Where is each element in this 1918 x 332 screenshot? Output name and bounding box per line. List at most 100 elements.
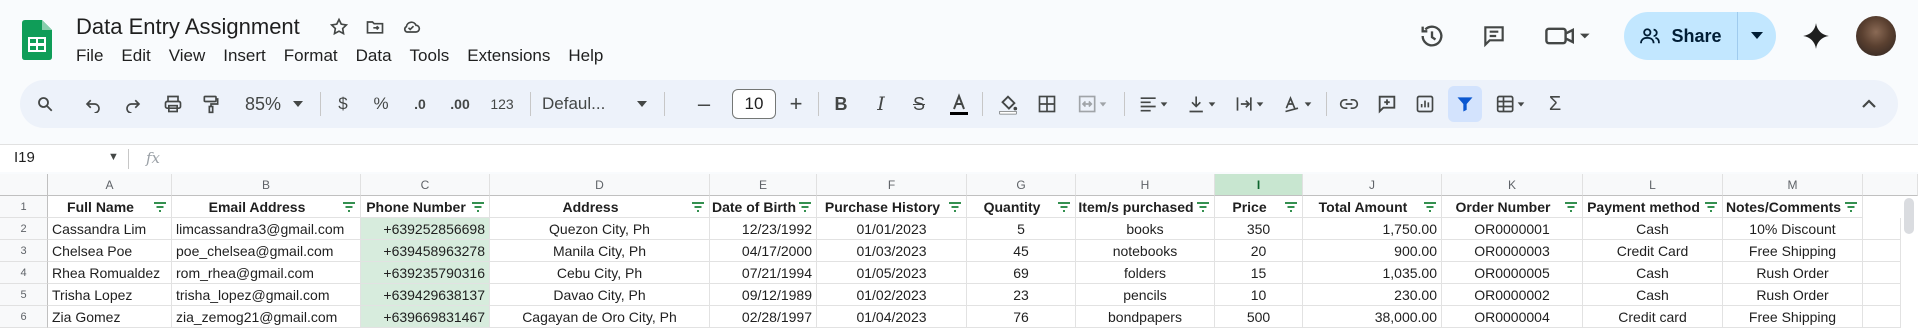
header-cell[interactable]: Price xyxy=(1215,196,1303,218)
data-cell[interactable]: 230.00 xyxy=(1303,284,1442,306)
menu-extensions[interactable]: Extensions xyxy=(467,46,560,66)
data-cell[interactable]: 38,000.00 xyxy=(1303,306,1442,328)
column-filter-icon[interactable] xyxy=(798,201,812,213)
data-cell[interactable]: 02/28/1997 xyxy=(710,306,817,328)
column-header-h[interactable]: H xyxy=(1076,174,1215,196)
row-header[interactable]: 1 xyxy=(0,196,48,218)
star-icon[interactable] xyxy=(328,16,350,38)
data-cell[interactable]: Trisha Lopez xyxy=(48,284,172,306)
data-cell[interactable]: Rhea Romualdez xyxy=(48,262,172,284)
name-box[interactable]: I19 xyxy=(14,149,35,166)
data-cell[interactable]: trisha_lopez@gmail.com xyxy=(172,284,361,306)
data-cell[interactable]: OR0000002 xyxy=(1442,284,1583,306)
comments-icon[interactable] xyxy=(1476,14,1512,58)
data-cell[interactable]: Chelsea Poe xyxy=(48,240,172,262)
currency-format-button[interactable]: $ xyxy=(328,80,358,128)
data-cell[interactable]: 07/21/1994 xyxy=(710,262,817,284)
header-cell[interactable]: Purchase History xyxy=(817,196,967,218)
row-header[interactable]: 4 xyxy=(0,262,48,284)
sheets-logo-icon[interactable] xyxy=(22,20,52,60)
gemini-sparkle-icon[interactable] xyxy=(1798,14,1834,58)
header-cell[interactable]: Payment method xyxy=(1583,196,1723,218)
data-cell[interactable]: Credit Card xyxy=(1583,240,1723,262)
data-cell[interactable]: +639458963278 xyxy=(361,240,490,262)
data-cell[interactable]: Free Shipping xyxy=(1723,306,1863,328)
column-header-j[interactable]: J xyxy=(1303,174,1442,196)
data-cell[interactable]: pencils xyxy=(1076,284,1215,306)
insert-link-icon[interactable] xyxy=(1334,80,1364,128)
data-cell[interactable]: 12/23/1992 xyxy=(710,218,817,240)
table-view-icon[interactable] xyxy=(1488,80,1534,128)
column-header-a[interactable]: A xyxy=(48,174,172,196)
menu-file[interactable]: File xyxy=(76,46,113,66)
version-history-icon[interactable] xyxy=(1414,14,1450,58)
share-dropdown-icon[interactable] xyxy=(1738,12,1776,60)
row-header[interactable]: 2 xyxy=(0,218,48,240)
increase-decimal-button[interactable]: .00 xyxy=(442,80,478,128)
empty-cell[interactable] xyxy=(1863,284,1901,306)
data-cell[interactable]: 01/02/2023 xyxy=(817,284,967,306)
text-wrap-icon[interactable] xyxy=(1228,80,1272,128)
data-cell[interactable]: limcassandra3@gmail.com xyxy=(172,218,361,240)
search-icon[interactable] xyxy=(30,80,60,128)
column-header-g[interactable]: G xyxy=(967,174,1076,196)
data-cell[interactable]: +639252856698 xyxy=(361,218,490,240)
empty-cell[interactable] xyxy=(1863,218,1901,240)
data-cell[interactable]: Cash xyxy=(1583,218,1723,240)
header-cell[interactable]: Item/s purchased xyxy=(1076,196,1215,218)
data-cell[interactable]: OR0000003 xyxy=(1442,240,1583,262)
data-cell[interactable]: OR0000001 xyxy=(1442,218,1583,240)
menu-data[interactable]: Data xyxy=(356,46,402,66)
merge-cells-icon[interactable] xyxy=(1070,80,1116,128)
row-header[interactable]: 3 xyxy=(0,240,48,262)
data-cell[interactable]: 69 xyxy=(967,262,1076,284)
column-header-e[interactable]: E xyxy=(710,174,817,196)
insert-comment-icon[interactable] xyxy=(1372,80,1402,128)
data-cell[interactable]: 10% Discount xyxy=(1723,218,1863,240)
move-folder-icon[interactable] xyxy=(364,16,386,38)
data-cell[interactable]: 45 xyxy=(967,240,1076,262)
column-header-l[interactable]: L xyxy=(1583,174,1723,196)
data-cell[interactable]: +639669831467 xyxy=(361,306,490,328)
data-cell[interactable]: 01/04/2023 xyxy=(817,306,967,328)
row-header[interactable]: 6 xyxy=(0,306,48,328)
data-cell[interactable]: 76 xyxy=(967,306,1076,328)
number-format-button[interactable]: 123 xyxy=(484,80,520,128)
column-header-k[interactable]: K xyxy=(1442,174,1583,196)
strikethrough-icon[interactable]: S xyxy=(904,80,934,128)
data-cell[interactable]: Zia Gomez xyxy=(48,306,172,328)
document-title[interactable]: Data Entry Assignment xyxy=(76,14,300,40)
menu-edit[interactable]: Edit xyxy=(121,46,160,66)
insert-chart-icon[interactable] xyxy=(1410,80,1440,128)
empty-cell[interactable] xyxy=(1863,240,1901,262)
empty-cell[interactable] xyxy=(1863,306,1901,328)
meet-icon[interactable] xyxy=(1540,14,1596,58)
column-filter-icon[interactable] xyxy=(691,201,705,213)
column-filter-icon[interactable] xyxy=(1564,201,1578,213)
print-icon[interactable] xyxy=(158,80,188,128)
data-cell[interactable]: 04/17/2000 xyxy=(710,240,817,262)
font-size-decrease-button[interactable]: – xyxy=(690,80,718,128)
font-family-select[interactable]: Defaul... xyxy=(542,80,632,128)
menu-tools[interactable]: Tools xyxy=(410,46,460,66)
column-header-i[interactable]: I xyxy=(1215,174,1303,196)
data-cell[interactable]: 20 xyxy=(1215,240,1303,262)
column-filter-icon[interactable] xyxy=(342,201,356,213)
data-cell[interactable]: folders xyxy=(1076,262,1215,284)
column-filter-icon[interactable] xyxy=(1423,201,1437,213)
column-filter-icon[interactable] xyxy=(1704,201,1718,213)
data-cell[interactable]: +639429638137 xyxy=(361,284,490,306)
borders-icon[interactable] xyxy=(1032,80,1062,128)
text-color-icon[interactable] xyxy=(942,80,976,128)
column-header-c[interactable]: C xyxy=(361,174,490,196)
data-cell[interactable]: bondpapers xyxy=(1076,306,1215,328)
select-all-corner[interactable] xyxy=(0,174,48,196)
column-header-m[interactable]: M xyxy=(1723,174,1863,196)
functions-icon[interactable]: Σ xyxy=(1540,80,1570,128)
data-cell[interactable]: zia_zemog21@gmail.com xyxy=(172,306,361,328)
share-button[interactable]: Share xyxy=(1624,12,1776,60)
vertical-align-icon[interactable] xyxy=(1180,80,1224,128)
header-cell[interactable]: Total Amount xyxy=(1303,196,1442,218)
account-avatar[interactable] xyxy=(1856,16,1896,56)
data-cell[interactable]: 900.00 xyxy=(1303,240,1442,262)
